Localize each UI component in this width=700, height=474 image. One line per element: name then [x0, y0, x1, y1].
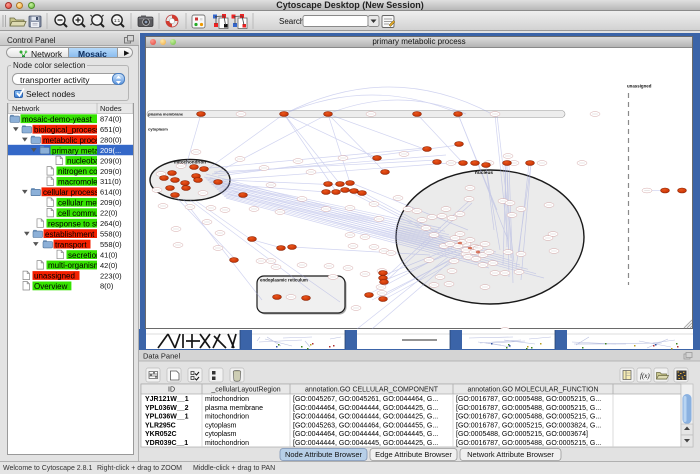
svg-text:Network: Network [12, 104, 40, 113]
svg-text:1:1: 1:1 [114, 18, 121, 23]
svg-text:unassigned: unassigned [34, 272, 75, 281]
svg-text:cellular process: cellular process [43, 188, 99, 197]
svg-text:[GO:0045267, GO:0045261, GO:00: [GO:0045267, GO:0045261, GO:0044464, G..… [293, 396, 438, 403]
svg-text:Overview: Overview [34, 282, 68, 291]
svg-text:874(0): 874(0) [100, 115, 122, 124]
svg-text:[GO:0045263, GO:0044464, GO:00: [GO:0045263, GO:0044464, GO:0044455, G..… [293, 422, 438, 429]
svg-text:YJR121W__1: YJR121W__1 [145, 396, 189, 403]
svg-text:Node Attribute Browser: Node Attribute Browser [285, 450, 363, 459]
svg-text:cytoplasm: cytoplasm [148, 127, 168, 132]
svg-text:YKR052C: YKR052C [145, 431, 177, 438]
svg-text:YDR039C__1: YDR039C__1 [145, 440, 188, 447]
svg-text:280(0): 280(0) [100, 135, 122, 144]
svg-text:YLR295C: YLR295C [145, 422, 176, 429]
svg-text:mitochondrion: mitochondrion [205, 440, 249, 447]
svg-text:nucleus: nucleus [475, 170, 493, 176]
svg-text:cytoplasm: cytoplasm [205, 431, 237, 438]
svg-text:ID: ID [168, 387, 175, 394]
svg-text:Network Attribute Browser: Network Attribute Browser [467, 450, 554, 459]
svg-text:558(0): 558(0) [100, 240, 122, 249]
svg-text:plasma membrane: plasma membrane [205, 405, 263, 412]
svg-text:[GO:0005488, GO:0005215, GO:00: [GO:0005488, GO:0005215, GO:0003674] [456, 431, 588, 438]
svg-text:transport: transport [55, 240, 87, 249]
svg-text:unassigned: unassigned [627, 84, 652, 89]
svg-text:223(0): 223(0) [100, 271, 122, 280]
svg-text:558(0): 558(0) [100, 230, 122, 239]
svg-text:[GO:0044444, GO:0044445, GO:00: [GO:0044444, GO:0044445, GO:0044425, G..… [293, 440, 438, 447]
svg-text:[GO:0016787, GO:0005488, GO:00: [GO:0016787, GO:0005488, GO:0005215, G..… [456, 440, 601, 447]
svg-text:secretion: secretion [68, 251, 100, 260]
svg-text:YPL036W__1: YPL036W__1 [145, 414, 189, 421]
svg-text:[GO:0016787, GO:0005488, GO:00: [GO:0016787, GO:0005488, GO:0005215, G..… [456, 414, 601, 421]
svg-text:cytoplasm: cytoplasm [205, 422, 237, 429]
svg-text:[GO:0016787, GO:0005488, GO:00: [GO:0016787, GO:0005488, GO:0005215, G..… [456, 396, 601, 403]
svg-text:f(x): f(x) [640, 372, 650, 380]
svg-text:209(...: 209(... [100, 146, 121, 155]
svg-text:mitochondrion: mitochondrion [205, 414, 249, 421]
svg-text:mosaic-demo-yeast: mosaic-demo-yeast [22, 115, 93, 124]
svg-text:biological_process: biological_process [34, 125, 100, 134]
svg-text:mitochondrion: mitochondrion [205, 396, 249, 403]
svg-text:41(0): 41(0) [100, 250, 118, 259]
svg-text:8(0): 8(0) [100, 282, 114, 291]
svg-text:42(0): 42(0) [100, 261, 118, 270]
svg-text:mitochondrion: mitochondrion [174, 160, 206, 165]
svg-text:[GO:0044464, GO:0044444, GO:00: [GO:0044464, GO:0044444, GO:0044425, G..… [293, 414, 438, 421]
svg-text:[GO:0016787, GO:0005488, GO:00: [GO:0016787, GO:0005488, GO:0005215, G..… [456, 405, 601, 412]
svg-text:YPL036W__2: YPL036W__2 [145, 405, 189, 412]
svg-text:_cellularLayoutRegion: _cellularLayoutRegion [210, 387, 280, 394]
svg-text:Nodes: Nodes [100, 104, 122, 113]
svg-text:651(0): 651(0) [100, 125, 122, 134]
svg-text:Edge Attribute Browser: Edge Attribute Browser [375, 450, 452, 459]
svg-text:311(0): 311(0) [100, 177, 122, 186]
svg-text:22(0): 22(0) [100, 209, 118, 218]
svg-text:Search:: Search: [279, 17, 307, 26]
svg-text:[GO:0016787, GO:0005215, GO:00: [GO:0016787, GO:0005215, GO:0003824, G..… [456, 422, 601, 429]
svg-text:209(0): 209(0) [100, 198, 122, 207]
svg-text:264(0): 264(0) [100, 219, 122, 228]
svg-text:209(0): 209(0) [100, 167, 122, 176]
svg-text:614(0): 614(0) [100, 188, 122, 197]
svg-text:plasma membrane: plasma membrane [148, 112, 184, 117]
svg-text:Data Panel: Data Panel [143, 352, 180, 361]
svg-text:annotation.GO MOLECULAR_FUNCTI: annotation.GO MOLECULAR_FUNCTION [467, 387, 598, 394]
svg-text:[GO:0044464, GO:0044444, GO:00: [GO:0044464, GO:0044444, GO:0044425, G..… [293, 405, 438, 412]
svg-text:[GO:0044464, GO:0044444, GO:00: [GO:0044464, GO:0044444, GO:0044445, G..… [293, 431, 438, 438]
svg-text:endoplasmic reticulum: endoplasmic reticulum [260, 278, 308, 283]
svg-text:209(0): 209(0) [100, 156, 122, 165]
svg-text:annotation.GO CELLULAR_COMPONE: annotation.GO CELLULAR_COMPONENT [305, 387, 439, 394]
